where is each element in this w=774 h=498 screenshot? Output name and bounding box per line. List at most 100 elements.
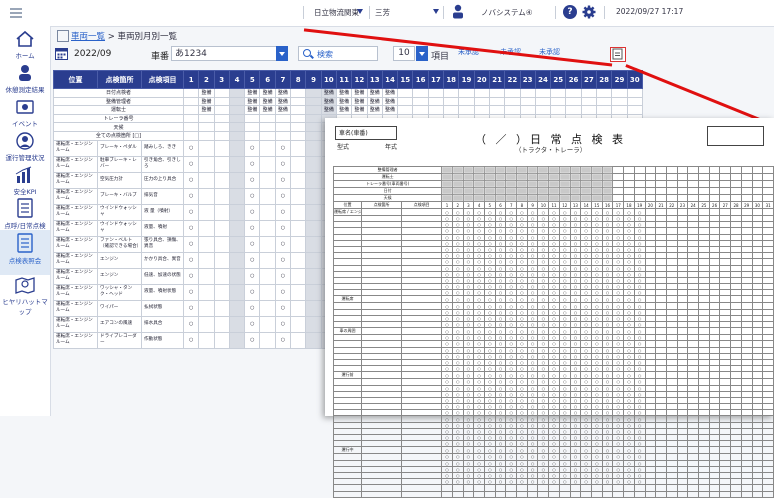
check-cell[interactable] — [198, 331, 215, 349]
day-cell[interactable]: 整備 — [274, 96, 292, 107]
check-cell[interactable] — [213, 139, 230, 157]
help-icon[interactable]: ? — [563, 5, 577, 19]
check-cell[interactable] — [290, 267, 307, 285]
check-cell[interactable] — [228, 315, 246, 333]
day-cell[interactable]: 整備 — [335, 105, 353, 115]
day-cell[interactable] — [534, 96, 552, 107]
check-cell[interactable] — [290, 283, 307, 301]
day-cell[interactable] — [519, 105, 536, 115]
day-cell[interactable] — [427, 96, 445, 107]
sidebar-item-daily-inspection[interactable]: 点呼/日常点検 — [0, 198, 50, 230]
day-cell[interactable] — [519, 96, 536, 107]
day-cell[interactable] — [504, 96, 521, 107]
check-cell[interactable] — [228, 331, 246, 349]
day-cell[interactable] — [213, 96, 230, 107]
day-cell[interactable] — [458, 96, 475, 107]
check-cell[interactable]: ○ — [244, 203, 261, 221]
day-cell[interactable] — [182, 96, 200, 107]
check-cell[interactable] — [228, 171, 246, 189]
check-cell[interactable] — [228, 219, 246, 237]
sidebar-item-rest-result[interactable]: 休憩測定結果 — [0, 64, 50, 94]
check-cell[interactable] — [290, 235, 307, 253]
check-cell[interactable] — [213, 203, 230, 221]
user-name[interactable]: ノバシステム④ — [481, 7, 533, 18]
day-cell[interactable] — [244, 130, 261, 141]
day-cell[interactable] — [305, 88, 322, 98]
day-cell[interactable] — [488, 88, 506, 98]
check-cell[interactable] — [213, 283, 230, 301]
day-cell[interactable] — [305, 122, 322, 132]
check-cell[interactable]: ○ — [244, 171, 261, 189]
day-cell[interactable] — [244, 113, 261, 124]
check-cell[interactable] — [259, 331, 276, 349]
day-cell[interactable] — [596, 88, 613, 98]
day-cell[interactable] — [443, 88, 460, 98]
day-cell[interactable] — [596, 105, 613, 115]
day-cell[interactable] — [473, 88, 490, 98]
day-cell[interactable] — [611, 88, 628, 98]
check-cell[interactable] — [213, 331, 230, 349]
day-cell[interactable] — [534, 105, 552, 115]
check-cell[interactable]: ○ — [274, 155, 292, 173]
check-cell[interactable]: ○ — [182, 331, 200, 349]
day-cell[interactable] — [412, 96, 429, 107]
day-cell[interactable] — [259, 122, 276, 132]
day-cell[interactable] — [182, 88, 200, 98]
day-cell[interactable] — [443, 105, 460, 115]
day-cell[interactable]: 整備 — [351, 105, 368, 115]
day-cell[interactable] — [580, 88, 598, 98]
check-cell[interactable]: ○ — [182, 139, 200, 157]
check-cell[interactable] — [305, 299, 322, 317]
check-cell[interactable]: ○ — [244, 235, 261, 253]
check-cell[interactable] — [290, 155, 307, 173]
check-cell[interactable]: ○ — [182, 235, 200, 253]
day-cell[interactable] — [427, 88, 445, 98]
company-dropdown-icon[interactable] — [357, 9, 363, 14]
check-cell[interactable] — [305, 139, 322, 157]
day-cell[interactable]: 整備 — [274, 88, 292, 98]
day-cell[interactable] — [274, 113, 292, 124]
day-cell[interactable] — [198, 113, 215, 124]
check-cell[interactable] — [213, 251, 230, 269]
check-cell[interactable] — [198, 235, 215, 253]
office-dropdown-icon[interactable] — [433, 9, 439, 14]
check-cell[interactable]: ○ — [274, 139, 292, 157]
check-cell[interactable]: ○ — [182, 203, 200, 221]
check-cell[interactable] — [259, 267, 276, 285]
day-cell[interactable]: 整備 — [244, 88, 261, 98]
day-cell[interactable] — [213, 113, 230, 124]
day-cell[interactable] — [182, 130, 200, 141]
day-cell[interactable] — [290, 130, 307, 141]
check-cell[interactable]: ○ — [244, 315, 261, 333]
day-cell[interactable]: 整備 — [320, 88, 337, 98]
check-cell[interactable] — [228, 155, 246, 173]
check-cell[interactable] — [228, 299, 246, 317]
day-cell[interactable] — [290, 105, 307, 115]
check-cell[interactable] — [305, 315, 322, 333]
check-cell[interactable] — [198, 155, 215, 173]
day-cell[interactable]: 整備 — [381, 105, 399, 115]
check-cell[interactable] — [198, 283, 215, 301]
check-cell[interactable] — [213, 299, 230, 317]
day-cell[interactable] — [182, 105, 200, 115]
day-cell[interactable] — [259, 130, 276, 141]
check-cell[interactable] — [305, 203, 322, 221]
day-cell[interactable] — [580, 105, 598, 115]
check-cell[interactable] — [228, 187, 246, 205]
sidebar-item-event[interactable]: イベント — [0, 98, 50, 128]
check-cell[interactable]: ○ — [274, 283, 292, 301]
day-cell[interactable] — [580, 96, 598, 107]
calendar-icon[interactable] — [55, 47, 68, 60]
check-cell[interactable] — [305, 219, 322, 237]
check-cell[interactable]: ○ — [182, 251, 200, 269]
day-cell[interactable] — [611, 105, 628, 115]
check-cell[interactable]: ○ — [182, 219, 200, 237]
day-cell[interactable] — [305, 130, 322, 141]
day-cell[interactable] — [228, 113, 246, 124]
page-size-dropdown-button[interactable] — [416, 46, 428, 61]
check-cell[interactable] — [198, 251, 215, 269]
day-cell[interactable]: 整備 — [259, 88, 276, 98]
day-cell[interactable] — [626, 96, 644, 107]
check-cell[interactable] — [259, 299, 276, 317]
car-number-select[interactable]: あ1234 — [171, 46, 287, 61]
